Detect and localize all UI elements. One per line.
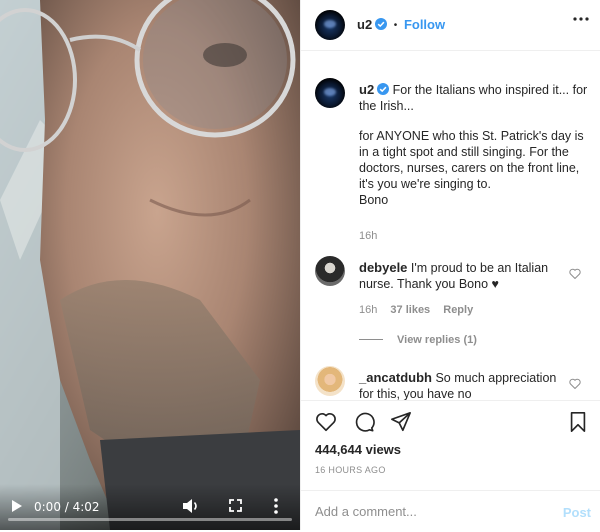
post-timestamp[interactable]: 16 HOURS AGO <box>315 465 386 475</box>
fullscreen-icon[interactable] <box>229 499 242 512</box>
volume-icon[interactable] <box>182 498 200 514</box>
comment-text: _ancatdubh So much appreciation for this… <box>359 370 559 400</box>
post-actions: 444,644 views 16 HOURS AGO Post <box>301 400 600 531</box>
commenter-avatar[interactable] <box>315 366 345 396</box>
commenter-username[interactable]: debyele <box>359 260 407 275</box>
video-progress-bar[interactable] <box>8 518 292 521</box>
replies-divider <box>359 339 383 340</box>
verified-badge-icon <box>375 18 388 30</box>
caption-text: u2 For the Italians who inspired it... f… <box>359 82 589 208</box>
comment-heart-icon[interactable] <box>569 378 581 389</box>
video-player[interactable]: 0:00 / 4:02 <box>0 0 300 530</box>
header-user-row: u2 • Follow <box>357 17 445 32</box>
bookmark-icon[interactable] <box>567 411 589 433</box>
caption-signature: Bono <box>359 193 389 207</box>
comments-list[interactable]: u2 For the Italians who inspired it... f… <box>301 70 600 400</box>
play-icon[interactable] <box>10 499 24 513</box>
caption-time[interactable]: 16h <box>359 230 377 242</box>
caption-first-line: For the Italians who inspired it... for … <box>359 83 588 113</box>
share-icon[interactable] <box>390 411 412 433</box>
header-separator: • <box>393 20 398 31</box>
comment-heart-icon[interactable] <box>569 268 581 279</box>
verified-badge-icon <box>377 83 390 95</box>
caption-username[interactable]: u2 <box>359 82 374 97</box>
comment-meta: 16h 37 likes Reply <box>359 304 483 316</box>
comment-text: debyele I'm proud to be an Italian nurse… <box>359 260 559 292</box>
more-vertical-icon[interactable] <box>273 497 279 515</box>
author-username[interactable]: u2 <box>357 17 372 32</box>
follow-button[interactable]: Follow <box>404 17 445 32</box>
heart-icon[interactable] <box>315 411 337 433</box>
post-panel: u2 • Follow u2 For the Italians who insp… <box>300 0 600 530</box>
video-time: 0:00 / 4:02 <box>34 500 100 514</box>
commenter-avatar[interactable] <box>315 256 345 286</box>
add-comment-bar: Post <box>301 490 600 532</box>
reply-button[interactable]: Reply <box>443 304 473 316</box>
comment-time[interactable]: 16h <box>359 304 377 316</box>
commenter-username[interactable]: _ancatdubh <box>359 370 432 385</box>
video-frame <box>0 0 300 530</box>
comment-likes[interactable]: 37 likes <box>390 304 430 316</box>
comment-input[interactable] <box>315 499 535 523</box>
view-replies-button[interactable]: View replies (1) <box>359 334 477 346</box>
video-controls: 0:00 / 4:02 <box>0 484 300 530</box>
view-count[interactable]: 444,644 views <box>315 442 401 457</box>
view-replies-label: View replies (1) <box>397 334 477 346</box>
post-header: u2 • Follow <box>301 0 600 51</box>
author-avatar[interactable] <box>315 10 345 40</box>
caption-avatar[interactable] <box>315 78 345 108</box>
post-comment-button[interactable]: Post <box>563 505 591 520</box>
caption-body: for ANYONE who this St. Patrick's day is… <box>359 129 584 191</box>
more-horizontal-icon[interactable] <box>573 17 589 21</box>
comment-icon[interactable] <box>353 411 375 433</box>
